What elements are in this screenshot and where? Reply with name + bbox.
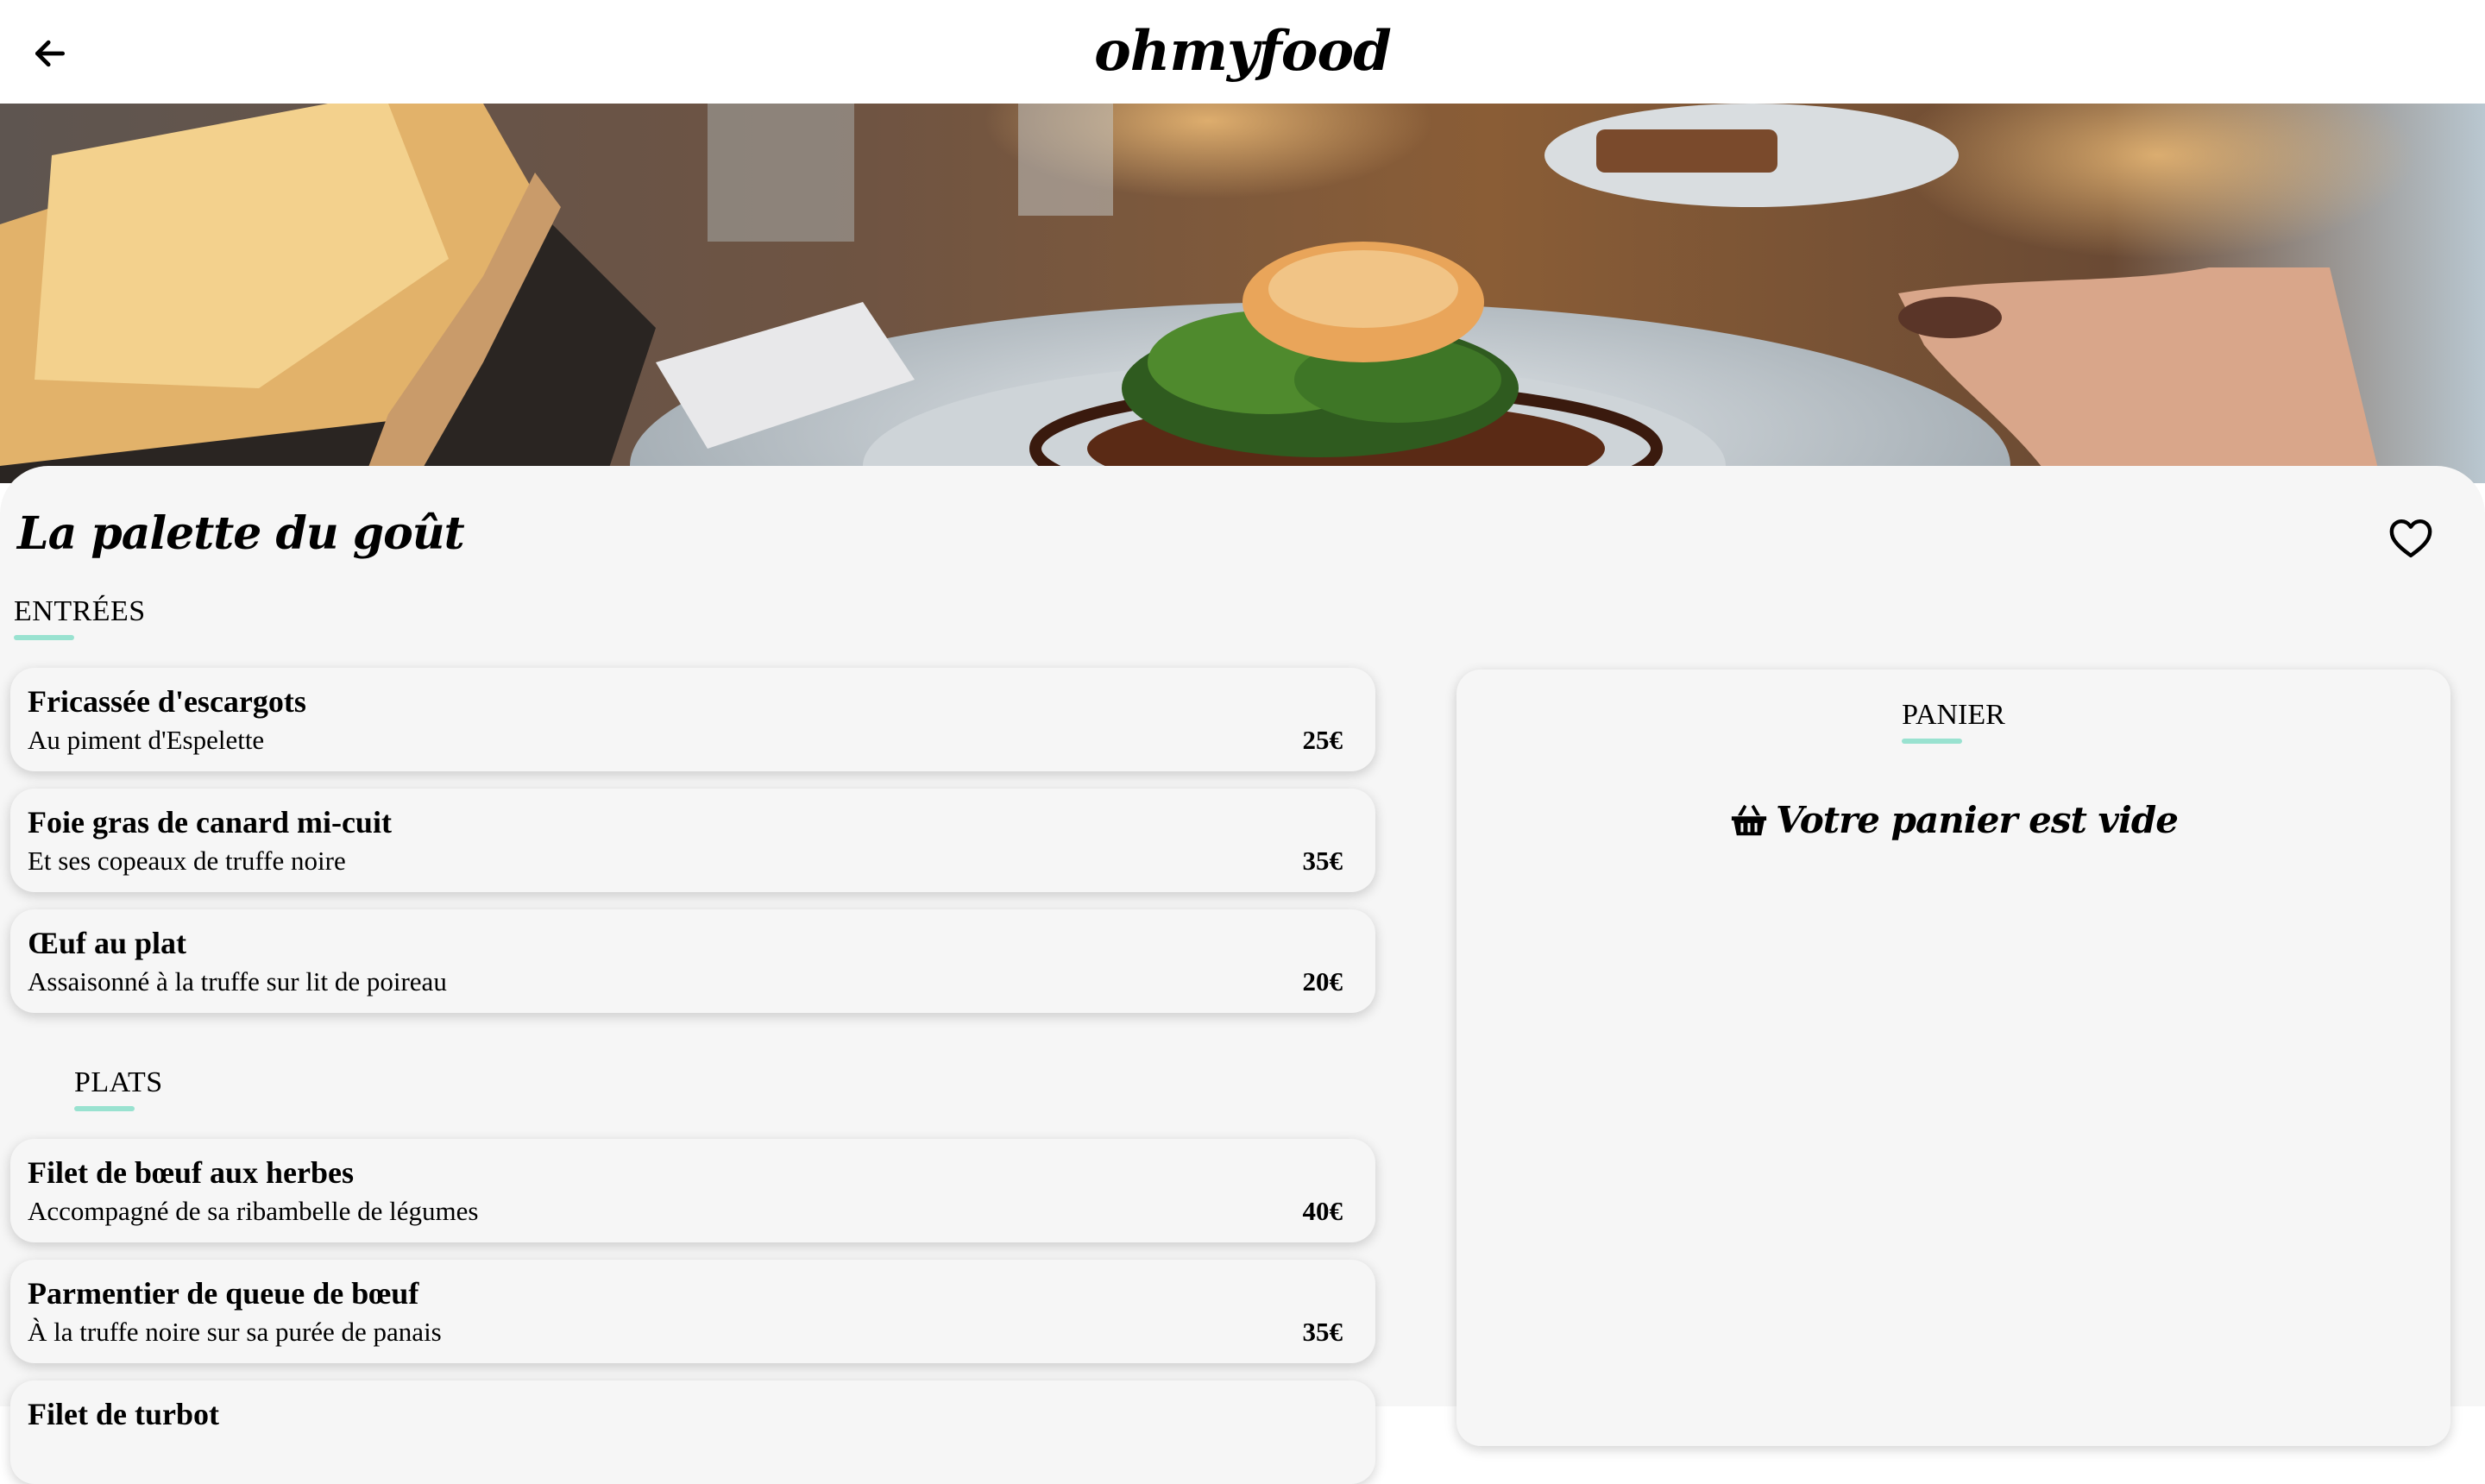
dish-price: 20€ — [1302, 966, 1343, 997]
dish-name: Parmentier de queue de bœuf — [28, 1276, 419, 1311]
section-title-label: PLATS — [74, 1066, 163, 1098]
dish-price: 35€ — [1302, 846, 1343, 876]
dish-description: Accompagné de sa ribambelle de légumes — [28, 1196, 479, 1226]
app-header: ohmyfood — [0, 0, 2485, 104]
dish-name: Foie gras de canard mi-cuit — [28, 805, 392, 839]
dish-card[interactable]: Filet de turbot — [10, 1380, 1375, 1484]
hero-photo — [0, 104, 2485, 483]
dish-name: Œuf au plat — [28, 926, 187, 960]
favorite-button[interactable] — [2387, 514, 2435, 563]
cart-title-underline — [1902, 739, 1963, 744]
dish-card[interactable]: Fricassée d'escargots Au piment d'Espele… — [10, 668, 1375, 771]
dish-price: 35€ — [1302, 1317, 1343, 1347]
dish-card[interactable]: Filet de bœuf aux herbes Accompagné de s… — [10, 1139, 1375, 1242]
section-title-underline — [74, 1106, 135, 1111]
section-title-label: ENTRÉES — [14, 595, 146, 627]
dish-price: 25€ — [1302, 725, 1343, 755]
dish-name: Filet de bœuf aux herbes — [28, 1155, 354, 1190]
dish-card[interactable]: Foie gras de canard mi-cuit Et ses copea… — [10, 789, 1375, 892]
dish-card[interactable]: Œuf au plat Assaisonné à la truffe sur l… — [10, 909, 1375, 1013]
cart-title: PANIER — [1456, 699, 2450, 744]
dish-name: Filet de turbot — [28, 1397, 219, 1431]
cart-title-label: PANIER — [1902, 699, 2005, 731]
cart-empty-text: Votre panier est vide — [1776, 799, 2179, 841]
heart-outline-icon — [2389, 519, 2432, 558]
dish-description: Au piment d'Espelette — [28, 725, 265, 755]
cart-empty-message: Votre panier est vide — [1456, 799, 2450, 841]
dish-card[interactable]: Parmentier de queue de bœuf À la truffe … — [10, 1260, 1375, 1363]
cart-panel: PANIER Votre panier est vide — [1456, 670, 2450, 1446]
dish-description: Et ses copeaux de truffe noire — [28, 846, 346, 876]
hero-image — [0, 104, 2485, 483]
basket-icon — [1731, 804, 1767, 835]
app-logo[interactable]: ohmyfood — [0, 19, 2485, 84]
section-title-underline — [14, 635, 74, 640]
section-title-plats: PLATS — [74, 1066, 163, 1111]
restaurant-title: La palette du goût — [17, 507, 465, 560]
dish-name: Fricassée d'escargots — [28, 684, 306, 719]
section-title-entrees: ENTRÉES — [14, 595, 146, 640]
dish-description: À la truffe noire sur sa purée de panais — [28, 1317, 442, 1347]
dish-description: Assaisonné à la truffe sur lit de poirea… — [28, 966, 447, 997]
restaurant-content: La palette du goût ENTRÉES Fricassée d'e… — [0, 466, 2485, 1484]
dish-price: 40€ — [1302, 1196, 1343, 1226]
